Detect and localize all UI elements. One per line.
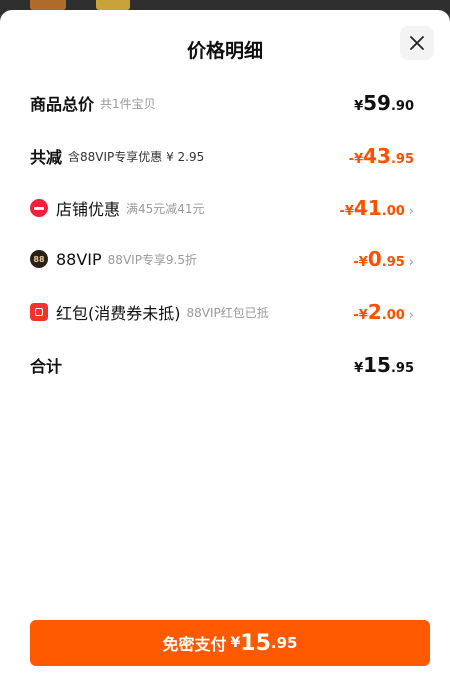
row-desc: 满45元减41元 (126, 201, 205, 216)
close-icon (410, 36, 424, 50)
row-amount: - ¥0.95 › (353, 247, 414, 271)
chevron-right-icon: › (408, 308, 414, 323)
88vip-icon: 88 (30, 250, 48, 268)
row-label: 店铺优惠 (56, 200, 121, 219)
row-88vip[interactable]: 88 88VIP 88VIP专享9.5折 - ¥0.95 › (30, 245, 414, 273)
price-detail-sheet: 价格明细 商品总价 共1件宝贝 ¥59.90 共减 含88VIP专享优惠 ¥ 2… (0, 10, 450, 684)
row-shop-discount[interactable]: 店铺优惠 满45元减41元 - ¥41.00 › (30, 194, 414, 222)
sheet-title: 价格明细 (186, 40, 263, 62)
pay-button-label: 免密支付 (162, 635, 227, 654)
row-amount: ¥59.90 (354, 91, 414, 115)
row-desc: 共1件宝贝 (100, 96, 156, 111)
background-thumbnail (30, 0, 66, 10)
row-label: 商品总价 (30, 95, 95, 114)
row-label: 合计 (30, 357, 63, 376)
row-goods-total: 商品总价 共1件宝贝 ¥59.90 (30, 89, 414, 117)
row-grand-total: 合计 ¥15.95 (30, 351, 414, 379)
password-free-pay-button[interactable]: 免密支付 ¥ 15 .95 (30, 620, 430, 666)
row-label: 88VIP (56, 249, 102, 269)
close-button[interactable] (400, 26, 434, 60)
row-desc: 含88VIP专享优惠 ¥ 2.95 (68, 149, 205, 164)
row-label: 红包(消费券未抵) (56, 304, 181, 323)
row-label: 共减 (30, 148, 63, 167)
row-amount: ¥15.95 (354, 353, 414, 377)
row-amount: - ¥2.00 › (353, 300, 414, 324)
row-desc: 88VIP红包已抵 (186, 305, 269, 320)
row-total-discount: 共减 含88VIP专享优惠 ¥ 2.95 - ¥43.95 (30, 142, 414, 170)
chevron-right-icon: › (408, 204, 414, 219)
row-amount: - ¥43.95 (348, 144, 414, 168)
shop-discount-icon (30, 199, 48, 217)
row-red-packet[interactable]: 红包(消费券未抵) 88VIP红包已抵 - ¥2.00 › (30, 298, 414, 326)
row-desc: 88VIP专享9.5折 (107, 252, 198, 267)
chevron-right-icon: › (408, 255, 414, 270)
background-thumbnail (96, 0, 130, 10)
red-packet-icon (30, 303, 48, 321)
row-amount: - ¥41.00 › (339, 196, 414, 220)
